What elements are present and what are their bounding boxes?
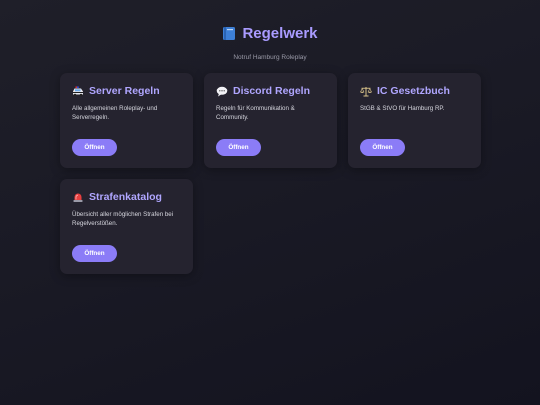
open-ic-gesetzbuch-button[interactable]: Öffnen — [360, 139, 405, 156]
card-title: IC Gesetzbuch — [360, 85, 469, 97]
open-strafenkatalog-button[interactable]: Öffnen — [72, 245, 117, 262]
card-description: Regeln für Kommunikation & Community. — [216, 105, 295, 121]
card-strafenkatalog: Strafenkatalog Übersicht aller möglichen… — [60, 179, 193, 274]
book-icon — [222, 26, 236, 41]
card-description: Übersicht aller möglichen Strafen bei Re… — [72, 211, 174, 227]
police-car-icon — [72, 86, 84, 97]
page-header: Regelwerk Notruf Hamburg Roleplay — [0, 0, 540, 61]
page-subtitle: Notruf Hamburg Roleplay — [233, 54, 307, 61]
card-title-text: Server Regeln — [89, 85, 160, 97]
card-title: Strafenkatalog — [72, 191, 181, 203]
card-title-text: Discord Regeln — [233, 85, 311, 97]
card-title-text: IC Gesetzbuch — [377, 85, 450, 97]
page-title: Regelwerk — [222, 25, 318, 42]
card-description: Alle allgemeinen Roleplay- und Serverreg… — [72, 105, 158, 121]
open-server-regeln-button[interactable]: Öffnen — [72, 139, 117, 156]
card-title: Server Regeln — [72, 85, 181, 97]
card-title: Discord Regeln — [216, 85, 325, 97]
card-discord-regeln: Discord Regeln Regeln für Kommunikation … — [204, 73, 337, 168]
page-title-text: Regelwerk — [242, 25, 318, 42]
open-discord-regeln-button[interactable]: Öffnen — [216, 139, 261, 156]
scales-icon — [360, 86, 372, 97]
card-description: StGB & StVO für Hamburg RP. — [360, 105, 445, 112]
card-title-text: Strafenkatalog — [89, 191, 162, 203]
siren-icon — [72, 192, 84, 203]
rules-grid: Server Regeln Alle allgemeinen Roleplay-… — [60, 73, 481, 274]
speech-bubble-icon — [216, 86, 228, 97]
card-ic-gesetzbuch: IC Gesetzbuch StGB & StVO für Hamburg RP… — [348, 73, 481, 168]
card-server-regeln: Server Regeln Alle allgemeinen Roleplay-… — [60, 73, 193, 168]
